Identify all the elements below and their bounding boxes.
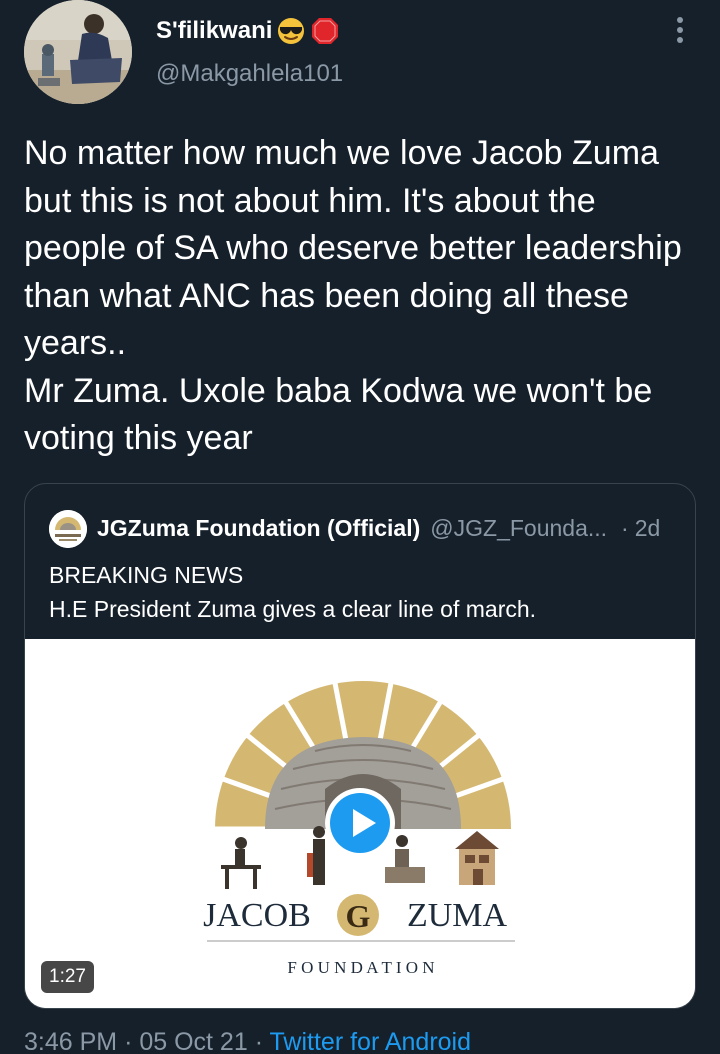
separator-dot: · [621, 514, 629, 541]
separator-dot: · [124, 1028, 133, 1054]
tweet-time: 3:46 PM [24, 1028, 118, 1054]
quoted-tweet-time: 2d [634, 514, 661, 541]
quoted-tweet-header: JGZuma Foundation (Official) @JGZ_Founda… [97, 512, 679, 544]
smiling-face-with-sunglasses-emoji [276, 16, 306, 46]
logo-text-initial: G [346, 898, 371, 934]
avatar-image [24, 0, 132, 104]
tweet-source-link[interactable]: Twitter for Android [270, 1028, 471, 1054]
more-vertical-icon[interactable] [668, 14, 692, 46]
video-player[interactable]: JACOB G ZUMA F O U N D A T I O N 1:27 [25, 639, 695, 1008]
author-handle[interactable]: @Makgahlela101 [156, 60, 343, 88]
display-name-text: S'filikwani [156, 17, 273, 44]
play-icon[interactable] [324, 787, 396, 859]
logo-text-zuma: ZUMA [407, 897, 508, 934]
tweet-text: No matter how much we love Jacob Zuma bu… [24, 134, 682, 457]
separator-dot: · [254, 1028, 264, 1054]
logo-text-foundation: F O U N D A T I O N [287, 958, 434, 977]
tweet-metadata: 3:46 PM · 05 Oct 21 · Twitter for Androi… [24, 1028, 471, 1054]
tweet-detail: S'filikwani @Makgahlela101 No matter how… [0, 0, 720, 1054]
quoted-tweet-text: BREAKING NEWS H.E President Zuma gives a… [49, 562, 537, 622]
quoted-tweet-card[interactable]: JGZuma Foundation (Official) @JGZ_Founda… [24, 483, 696, 1009]
author-display-name[interactable]: S'filikwani [156, 16, 340, 46]
author-avatar[interactable] [24, 0, 132, 104]
quoted-author-name[interactable]: JGZuma Foundation (Official) [97, 515, 420, 542]
quoted-author-avatar [49, 510, 87, 548]
stop-sign-emoji [310, 16, 340, 46]
tweet-date: 05 Oct 21 [139, 1028, 248, 1054]
quoted-author-handle[interactable]: @JGZ_Founda... [430, 515, 607, 542]
logo-text-jacob: JACOB [203, 897, 311, 934]
video-duration-badge: 1:27 [41, 961, 94, 993]
